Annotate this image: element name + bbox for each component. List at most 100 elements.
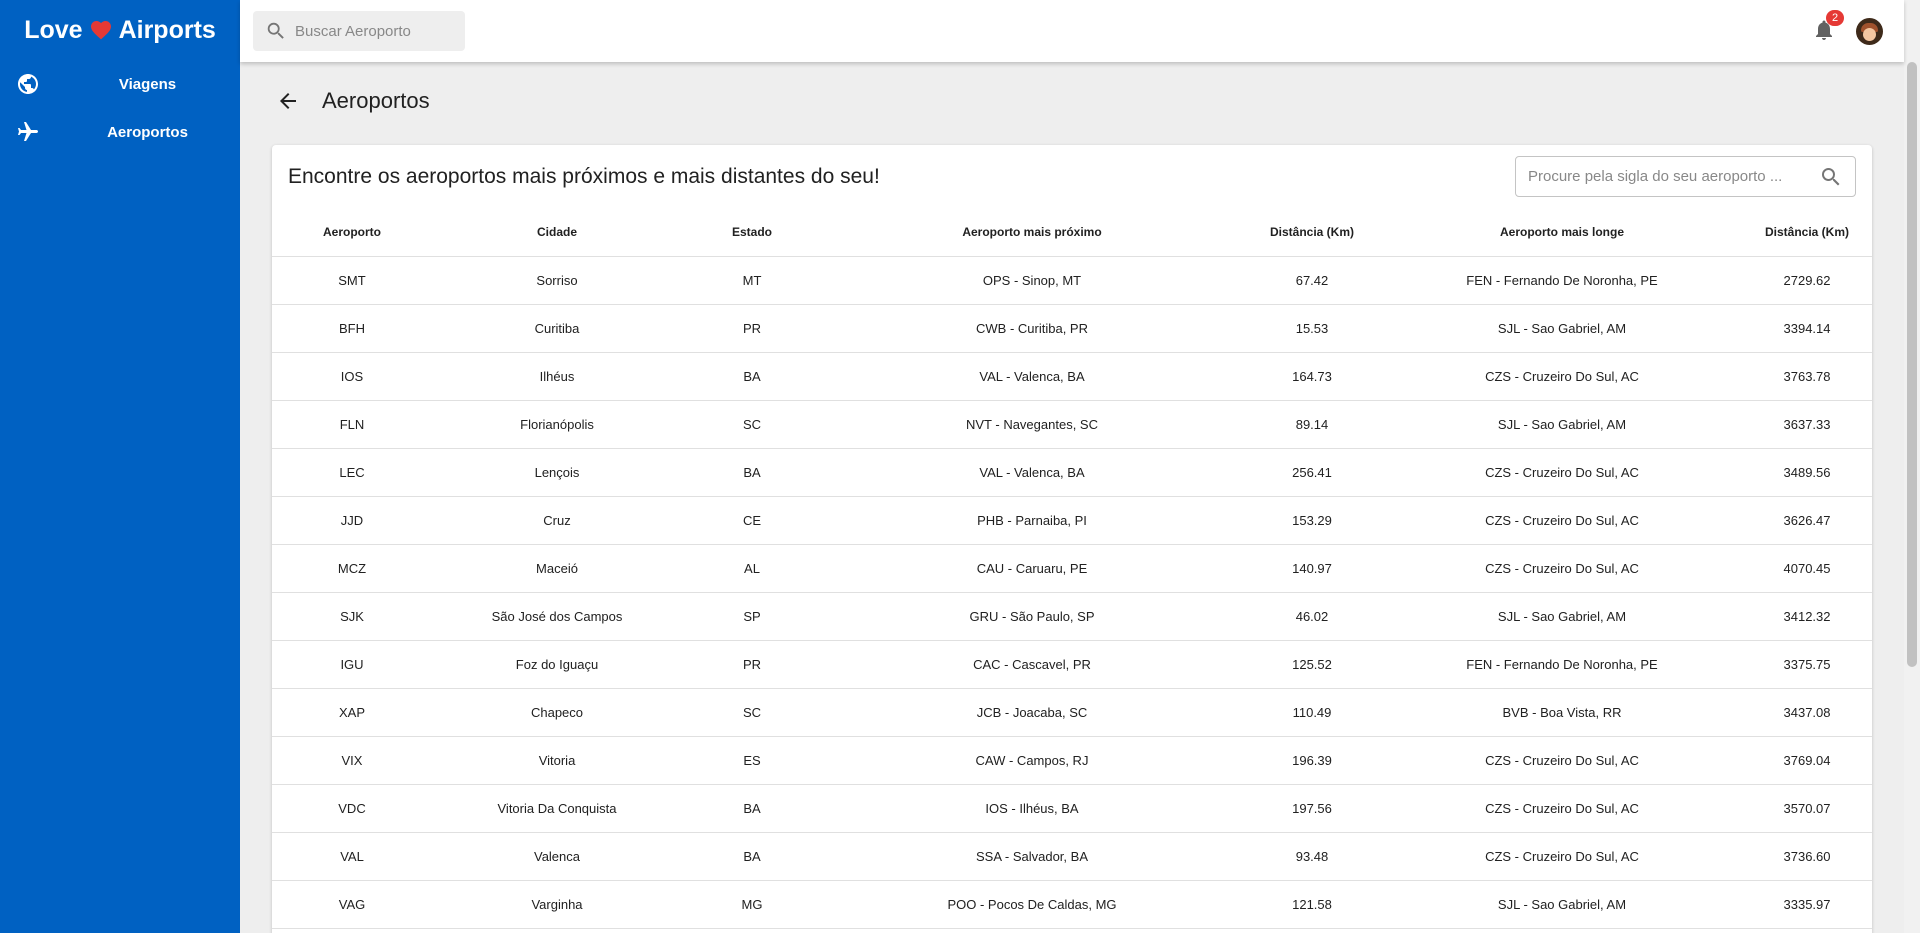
table-row[interactable]: XAP Chapeco SC JCB - Joacaba, SC 110.49 BVB -… <box>272 688 1872 737</box>
table-row[interactable]: MCZ Maceió AL CAU - Caruaru, PE 140.97 CZS - … <box>272 544 1872 593</box>
table-cell: Sorriso <box>432 256 682 305</box>
table-cell: Varginha <box>432 880 682 929</box>
table-row[interactable]: FLN Florianópolis SC NVT - Navegantes, SC 89… <box>272 400 1872 449</box>
table-row[interactable]: VAG Varginha MG POO - Pocos De Caldas, MG 12… <box>272 880 1872 929</box>
column-header[interactable]: Distância (Km) <box>1742 208 1872 257</box>
table-cell: 67.42 <box>1242 256 1382 305</box>
table-cell: 3489.56 <box>1742 448 1872 497</box>
table-cell: 3437.08 <box>1742 688 1872 737</box>
table-cell: Curitiba <box>432 304 682 353</box>
table-cell: 3637.33 <box>1742 400 1872 449</box>
table-cell: CAC - Cascavel, PR <box>822 640 1242 689</box>
table-cell: 197.56 <box>1242 784 1382 833</box>
table-cell: SJL - Sao Gabriel, AM <box>1382 592 1742 641</box>
table-cell: OPS - Sinop, MT <box>822 256 1242 305</box>
airport-code-search-input[interactable] <box>1528 168 1819 185</box>
table-cell: CE <box>682 496 822 545</box>
table-cell: 121.58 <box>1242 880 1382 929</box>
table-row[interactable]: VIX Vitoria ES CAW - Campos, RJ 196.39 CZS - … <box>272 736 1872 785</box>
brand-logo[interactable]: Love Airports <box>0 0 240 60</box>
table-cell: CWB - Curitiba, PR <box>822 304 1242 353</box>
back-arrow-icon[interactable] <box>276 89 300 113</box>
table-cell: VAL <box>272 832 432 881</box>
sidebar-item-viagens[interactable]: Viagens <box>0 60 240 108</box>
table-cell: 93.48 <box>1242 832 1382 881</box>
table-cell: CAU - Caruaru, PE <box>822 544 1242 593</box>
column-header[interactable]: Aeroporto mais longe <box>1382 208 1742 257</box>
table-cell: CAW - Campos, RJ <box>822 736 1242 785</box>
table-cell: SC <box>682 400 822 449</box>
column-header[interactable]: Estado <box>682 208 822 257</box>
table-cell: 110.49 <box>1242 688 1382 737</box>
table-cell: VAL - Valenca, BA <box>822 352 1242 401</box>
table-row[interactable]: SMT Sorriso MT OPS - Sinop, MT 67.42 FEN - Fe… <box>272 256 1872 305</box>
column-header[interactable]: Aeroporto mais próximo <box>822 208 1242 257</box>
table-cell: BFH <box>272 304 432 353</box>
table-cell: FEN - Fernando De Noronha, PE <box>1382 640 1742 689</box>
table-cell: Chapeco <box>432 688 682 737</box>
table-cell: PR <box>682 304 822 353</box>
scrollbar-thumb[interactable] <box>1907 62 1917 667</box>
top-app-bar: 2 <box>240 0 1904 62</box>
table-cell: CZS - Cruzeiro Do Sul, AC <box>1382 496 1742 545</box>
table-cell: FEN - Fernando De Noronha, PE <box>1382 256 1742 305</box>
brand-text-airports: Airports <box>118 15 216 44</box>
table-cell: NVT - Navegantes, SC <box>822 400 1242 449</box>
table-row[interactable]: IGU Foz do Iguaçu PR CAC - Cascavel, PR 125.… <box>272 640 1872 689</box>
table-cell: XAP <box>272 688 432 737</box>
table-cell: SJL - Sao Gabriel, AM <box>1382 304 1742 353</box>
sidebar: Love Airports Viagens Aeroportos <box>0 0 240 933</box>
table-row[interactable]: VDC Vitoria Da Conquista BA IOS - Ilhéus, B… <box>272 784 1872 833</box>
table-cell: 4070.45 <box>1742 544 1872 593</box>
table-cell: 3335.97 <box>1742 880 1872 929</box>
table-cell: PR <box>682 640 822 689</box>
table-cell: SJL - Sao Gabriel, AM <box>1382 400 1742 449</box>
sidebar-item-aeroportos[interactable]: Aeroportos <box>0 108 240 156</box>
table-row[interactable]: BFH Curitiba PR CWB - Curitiba, PR 15.53 SJL … <box>272 304 1872 353</box>
table-cell: POO - Pocos De Caldas, MG <box>822 880 1242 929</box>
table-cell: 3763.78 <box>1742 352 1872 401</box>
table-cell: Foz do Iguaçu <box>432 640 682 689</box>
table-cell: 196.39 <box>1242 736 1382 785</box>
table-cell: Lençois <box>432 448 682 497</box>
table-header-row: Aeroporto Cidade Estado Aeroporto mais próx… <box>272 208 1872 257</box>
notification-badge: 2 <box>1826 10 1844 26</box>
table-cell: CZS - Cruzeiro Do Sul, AC <box>1382 352 1742 401</box>
search-input[interactable] <box>295 22 455 40</box>
airports-card: Encontre os aeroportos mais próximos e m… <box>272 145 1872 933</box>
table-cell: MT <box>682 256 822 305</box>
top-search-box[interactable] <box>253 11 465 51</box>
table-cell: VDC <box>272 784 432 833</box>
table-cell: SJL - Sao Gabriel, AM <box>1382 880 1742 929</box>
table-cell: 3375.75 <box>1742 640 1872 689</box>
table-cell: MCZ <box>272 544 432 593</box>
table-row[interactable]: LEC Lençois BA VAL - Valenca, BA 256.41 CZS -… <box>272 448 1872 497</box>
brand-text-love: Love <box>24 15 83 44</box>
table-cell: Cruz <box>432 496 682 545</box>
table-cell: VAL - Valenca, BA <box>822 448 1242 497</box>
user-avatar[interactable] <box>1856 18 1883 45</box>
page-scrollbar[interactable] <box>1904 0 1920 933</box>
airport-code-search-box[interactable] <box>1515 156 1856 197</box>
search-icon[interactable] <box>1819 165 1843 189</box>
table-row[interactable]: IOS Ilhéus BA VAL - Valenca, BA 164.73 CZS - … <box>272 352 1872 401</box>
table-cell: ES <box>682 736 822 785</box>
table-cell: 3412.32 <box>1742 592 1872 641</box>
card-title: Encontre os aeroportos mais próximos e m… <box>288 165 880 188</box>
table-cell: SC <box>682 688 822 737</box>
table-cell: São José dos Campos <box>432 592 682 641</box>
table-cell: 3570.07 <box>1742 784 1872 833</box>
table-cell: BVB - Boa Vista, RR <box>1382 688 1742 737</box>
table-row[interactable]: VAL Valenca BA SSA - Salvador, BA 93.48 CZS -… <box>272 832 1872 881</box>
column-header[interactable]: Cidade <box>432 208 682 257</box>
table-cell: Vitoria <box>432 736 682 785</box>
airplane-icon <box>16 120 40 144</box>
table-cell: IOS <box>272 352 432 401</box>
table-cell: Maceió <box>432 544 682 593</box>
table-row[interactable]: JJD Cruz CE PHB - Parnaiba, PI 153.29 CZS - C… <box>272 496 1872 545</box>
column-header[interactable]: Distância (Km) <box>1242 208 1382 257</box>
table-cell: CZS - Cruzeiro Do Sul, AC <box>1382 784 1742 833</box>
table-cell: 153.29 <box>1242 496 1382 545</box>
column-header[interactable]: Aeroporto <box>272 208 432 257</box>
table-row[interactable]: SJK São José dos Campos SP GRU - São Paulo,… <box>272 592 1872 641</box>
